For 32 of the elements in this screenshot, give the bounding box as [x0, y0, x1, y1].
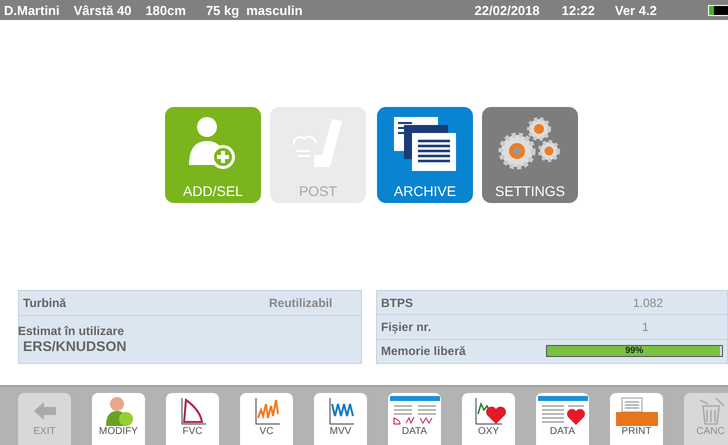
version-label: Ver 4.2 — [614, 2, 657, 18]
data-button[interactable]: DATA — [536, 393, 589, 445]
patient-height: 180cm — [145, 2, 186, 18]
memory-reading: 99% — [624, 345, 644, 356]
file-label: Fișier nr. — [381, 320, 432, 334]
btps-label: BTPS — [381, 296, 414, 310]
vc-button[interactable]: VC — [240, 393, 293, 445]
battery-icon — [708, 4, 728, 16]
patient-sex: masculin — [246, 2, 303, 18]
turbine-value: Reutilizabil — [269, 296, 332, 310]
patient-weight: 75 kg — [206, 2, 240, 18]
predicted-value: ERS/KNUDSON — [23, 338, 126, 354]
report-heart-icon — [538, 396, 588, 426]
turbine-label: Turbină — [23, 296, 68, 310]
printer-icon — [614, 396, 660, 426]
fvc-button[interactable]: FVC — [166, 393, 219, 445]
modify-button[interactable]: MODIFY — [92, 393, 145, 445]
file-value: 1 — [642, 320, 649, 334]
time-label: 12:22 — [562, 2, 595, 18]
predicted-label: Estimat în utilizare — [18, 324, 124, 338]
oxy-button[interactable]: OXY — [462, 393, 515, 445]
btps-value: 1.082 — [633, 296, 664, 310]
mvv-button[interactable]: MVV — [314, 393, 367, 445]
settings-button[interactable]: SETTINGS — [482, 107, 578, 203]
archive-button[interactable]: ARCHIVE — [377, 107, 473, 203]
data-button[interactable]: DATA — [388, 393, 441, 445]
date-label: 22/02/2018 — [474, 2, 540, 18]
free-memory-label: Memorie liberă — [381, 344, 467, 358]
report-icon — [390, 396, 440, 426]
print-button[interactable]: PRINT — [610, 393, 663, 445]
patient-age: Vârstă 40 — [74, 2, 132, 18]
patient-name: D.Martini — [4, 2, 60, 18]
